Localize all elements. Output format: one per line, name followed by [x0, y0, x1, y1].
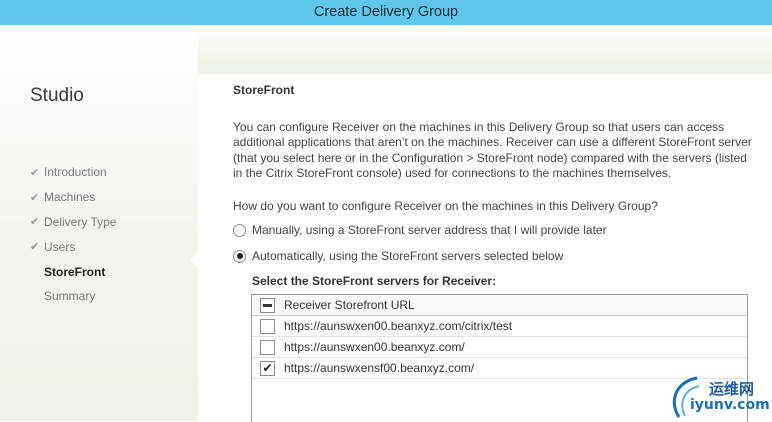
configure-question: How do you want to configure Receiver on…: [233, 199, 658, 213]
radio-button[interactable]: [233, 249, 246, 263]
step-users[interactable]: ✔ Users: [30, 234, 116, 259]
step-introduction[interactable]: ✔ Introduction: [30, 160, 116, 185]
radio-label: Automatically, using the StoreFront serv…: [252, 249, 564, 263]
radio-button[interactable]: [233, 223, 246, 237]
step-label: Summary: [44, 289, 96, 304]
radio-label: Manually, using a StoreFront server addr…: [252, 223, 607, 237]
step-summary[interactable]: Summary: [30, 284, 116, 309]
window-title: Create Delivery Group: [313, 4, 459, 20]
checkmark-icon: ✔: [30, 166, 40, 179]
checkmark-icon: ✔: [30, 191, 40, 204]
select-all-checkbox[interactable]: [260, 297, 275, 313]
window-title-bar: Create Delivery Group: [0, 0, 772, 25]
current-step-pointer: [190, 252, 198, 268]
watermark-en: iyunv.com: [690, 397, 770, 413]
row-url: https://aunswxen00.beanxyz.com/citrix/te…: [284, 319, 513, 333]
section-title: StoreFront: [233, 83, 295, 97]
step-label: Introduction: [44, 165, 107, 180]
list-row[interactable]: https://aunswxen00.beanxyz.com/: [252, 337, 747, 358]
step-label: Users: [44, 239, 76, 254]
radio-manual[interactable]: Manually, using a StoreFront server addr…: [233, 223, 607, 237]
app-name: Studio: [30, 85, 84, 106]
step-label: Machines: [44, 190, 96, 205]
checkmark-icon: ✔: [30, 216, 40, 229]
list-header: Receiver Storefront URL: [252, 295, 747, 316]
step-label: StoreFront: [44, 264, 106, 279]
row-url: https://aunswxen00.beanxyz.com/: [284, 340, 465, 354]
row-checkbox[interactable]: [260, 339, 275, 355]
step-delivery-type[interactable]: ✔ Delivery Type: [30, 210, 116, 235]
list-row[interactable]: https://aunswxen00.beanxyz.com/citrix/te…: [252, 316, 747, 337]
watermark-cn: 运维网: [709, 380, 755, 398]
step-label: Delivery Type: [44, 214, 117, 229]
section-description: You can configure Receiver on the machin…: [233, 120, 752, 180]
row-checkbox[interactable]: [260, 318, 275, 334]
step-storefront[interactable]: StoreFront: [30, 259, 116, 284]
select-servers-label: Select the StoreFront servers for Receiv…: [252, 274, 497, 288]
row-checkbox[interactable]: ✔: [260, 360, 275, 376]
column-header: Receiver Storefront URL: [284, 298, 415, 312]
radio-automatic[interactable]: Automatically, using the StoreFront serv…: [233, 249, 563, 263]
row-url: https://aunswxensf00.beanxyz.com/: [284, 361, 475, 375]
checkmark-icon: ✔: [30, 241, 40, 254]
wizard-steps: ✔ Introduction ✔ Machines ✔ Delivery Typ…: [30, 160, 116, 309]
step-machines[interactable]: ✔ Machines: [30, 185, 116, 210]
